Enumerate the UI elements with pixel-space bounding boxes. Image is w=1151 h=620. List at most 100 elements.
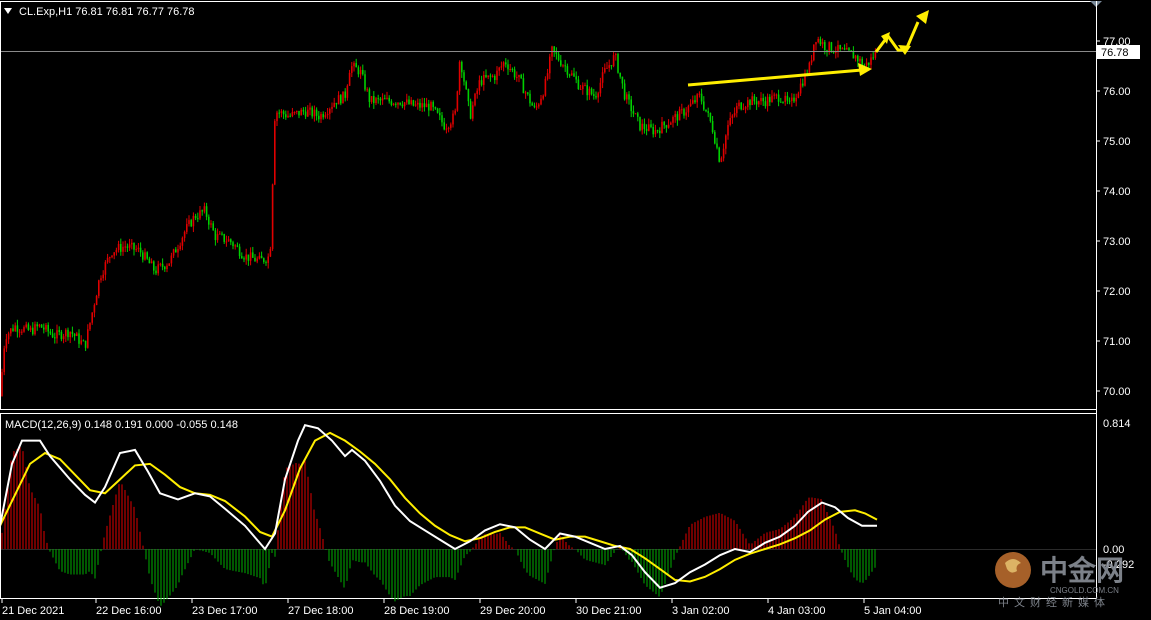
candle-body — [423, 103, 426, 108]
candle-body — [718, 147, 720, 162]
candle-body — [212, 223, 214, 231]
candle-body — [111, 255, 113, 258]
candle-body — [733, 113, 736, 116]
price-pane-frame[interactable] — [0, 1, 1097, 410]
candle-body — [650, 124, 652, 127]
candle-body — [98, 280, 100, 296]
candle-body — [188, 220, 190, 225]
candle-body — [524, 92, 527, 94]
candle-body — [131, 242, 133, 245]
candle-body — [443, 122, 445, 130]
candle-body — [604, 68, 606, 73]
candle-body — [791, 97, 793, 101]
candle-body — [12, 328, 14, 331]
candle-body — [159, 263, 162, 265]
candle-body — [533, 105, 536, 107]
candle-body — [714, 132, 716, 144]
candle-body — [868, 62, 870, 65]
candle-body — [142, 252, 144, 260]
candle-body — [496, 70, 498, 81]
candle-body — [637, 113, 639, 117]
candle-body — [857, 55, 859, 62]
candle-body — [346, 85, 349, 98]
candle-body — [870, 57, 872, 65]
candle-body — [663, 121, 665, 126]
candle-body — [458, 61, 461, 92]
candle-body — [755, 101, 758, 105]
candle-body — [388, 97, 390, 102]
candle-body — [122, 246, 124, 252]
candle-body — [560, 60, 562, 66]
candle-body — [722, 148, 725, 159]
candle-body — [78, 333, 80, 344]
candle-body — [1, 372, 3, 396]
candle-body — [256, 258, 258, 262]
candle-body — [21, 331, 23, 333]
watermark-domain: CNGOLD.COM.CN — [1050, 586, 1119, 595]
candle-body — [291, 112, 294, 116]
time-axis-label: 4 Jan 03:00 — [768, 605, 826, 617]
candle-body — [740, 102, 742, 110]
candle-body — [241, 256, 243, 259]
candle-body — [234, 245, 236, 247]
candle-body — [659, 130, 661, 134]
candle-body — [782, 101, 784, 103]
candle-body — [386, 97, 388, 99]
time-axis: 21 Dec 2021 22 Dec 16:00 23 Dec 17:00 27 De… — [1, 599, 922, 617]
candle-body — [38, 324, 41, 327]
candle-body — [841, 48, 844, 50]
candle-body — [395, 103, 397, 105]
candle-body — [485, 75, 487, 78]
candle-body — [612, 55, 615, 67]
candle-body — [632, 111, 635, 114]
candle-body — [661, 121, 663, 134]
candle-body — [296, 110, 298, 112]
candle-body — [731, 115, 734, 118]
candle-body — [150, 261, 153, 264]
candle-body — [170, 255, 173, 264]
candle-body — [67, 329, 69, 338]
candle-body — [161, 263, 164, 267]
time-axis-label: 23 Dec 17:00 — [192, 605, 257, 617]
candle-body — [285, 114, 287, 118]
candle-body — [670, 122, 672, 125]
candle-body — [128, 244, 131, 248]
candle-body — [186, 224, 188, 232]
candle-body — [175, 249, 177, 253]
candle-body — [531, 103, 533, 106]
candle-body — [568, 74, 571, 76]
candle-body — [606, 67, 608, 69]
candle-body — [447, 127, 450, 129]
candle-body — [709, 112, 712, 122]
watermark-title: 中金网 — [1040, 554, 1124, 587]
candle-body — [260, 255, 263, 259]
candle-body — [513, 69, 516, 78]
candle-body — [509, 68, 511, 70]
candle-body — [672, 117, 674, 123]
candle-body — [381, 98, 384, 101]
trading-chart[interactable]: CL.Exp,H1 76.81 76.81 76.77 76.78 MACD(1… — [0, 0, 1151, 620]
candle-body — [681, 109, 683, 111]
candle-body — [117, 243, 120, 250]
candle-body — [194, 215, 197, 219]
candle-body — [441, 115, 443, 123]
candle-body — [263, 258, 265, 262]
candle-body — [199, 210, 201, 219]
candle-body — [542, 95, 544, 99]
candle-body — [516, 77, 518, 79]
candle-body — [487, 75, 489, 78]
candle-body — [208, 216, 210, 225]
candle-body — [282, 111, 285, 115]
candle-body — [595, 96, 597, 98]
candle-body — [454, 110, 456, 114]
candle-body — [65, 329, 67, 337]
candle-body — [417, 102, 419, 105]
candle-body — [698, 93, 701, 95]
candle-body — [62, 336, 65, 340]
candle-body — [210, 223, 212, 225]
candle-body — [230, 239, 232, 243]
candle-body — [384, 98, 386, 100]
candle-body — [84, 340, 87, 348]
candle-body — [430, 102, 432, 111]
candle-body — [520, 74, 522, 79]
